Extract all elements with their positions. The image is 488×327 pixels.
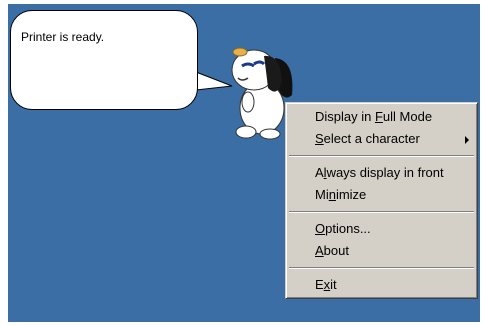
menu-item-select-character[interactable]: Select a character bbox=[286, 128, 477, 150]
menu-separator bbox=[289, 155, 474, 157]
context-menu: Display in Full Mode Select a character … bbox=[285, 102, 478, 299]
menu-item-display-full-mode[interactable]: Display in Full Mode bbox=[286, 106, 477, 128]
menu-item-options[interactable]: Options... bbox=[286, 218, 477, 240]
speech-balloon bbox=[10, 10, 198, 110]
submenu-arrow-icon bbox=[465, 136, 469, 144]
menu-item-minimize[interactable]: Minimize bbox=[286, 184, 477, 206]
balloon-message: Printer is ready. bbox=[21, 30, 105, 44]
menu-separator bbox=[289, 267, 474, 269]
menu-separator bbox=[289, 211, 474, 213]
menu-item-about[interactable]: About bbox=[286, 240, 477, 262]
menu-item-exit[interactable]: Exit bbox=[286, 274, 477, 296]
menu-item-always-display-front[interactable]: Always display in front bbox=[286, 162, 477, 184]
